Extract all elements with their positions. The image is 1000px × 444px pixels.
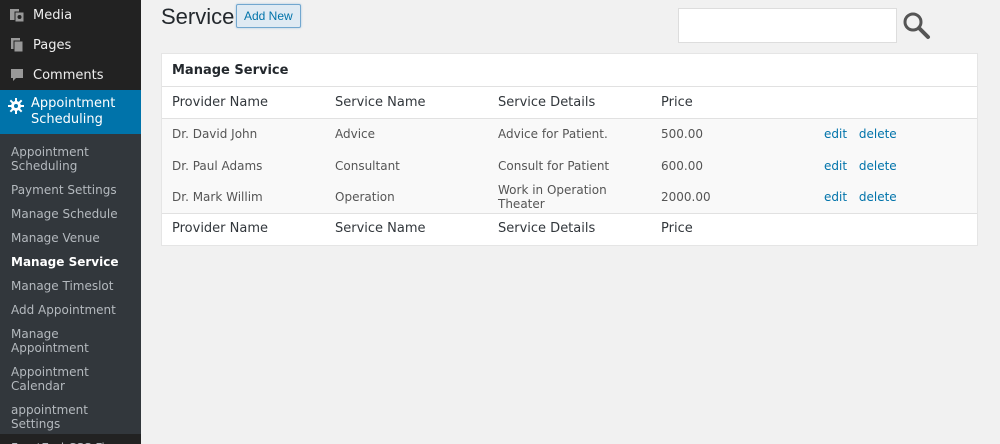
cell-service: Operation bbox=[335, 189, 395, 204]
cell-provider: Dr. Mark Willim bbox=[172, 189, 263, 204]
column-header-price[interactable]: Price bbox=[651, 87, 814, 118]
sidebar-item-pages[interactable]: Pages bbox=[0, 30, 141, 60]
cell-service: Consultant bbox=[335, 158, 400, 173]
admin-sidebar: Media Pages Comments Appointment Schedul… bbox=[0, 0, 141, 444]
cell-provider: Dr. Paul Adams bbox=[172, 158, 263, 173]
table-row: Dr. Paul Adams Consultant Consult for Pa… bbox=[162, 149, 977, 182]
cell-details: Advice for Patient. bbox=[498, 127, 608, 142]
cell-provider: Dr. David John bbox=[172, 127, 258, 142]
search-button[interactable] bbox=[901, 10, 931, 40]
sidebar-item-media[interactable]: Media bbox=[0, 0, 141, 30]
column-footer-service[interactable]: Service Name bbox=[325, 213, 488, 244]
edit-link[interactable]: edit bbox=[824, 190, 847, 204]
column-header-actions bbox=[814, 87, 977, 118]
cell-details: Work in Operation Theater bbox=[498, 182, 607, 211]
sidebar-item-label: Appointment Scheduling bbox=[31, 96, 116, 127]
sidebar-menu: Media Pages Comments Appointment Schedul… bbox=[0, 0, 141, 134]
sidebar-item-label: Comments bbox=[33, 67, 104, 83]
delete-link[interactable]: delete bbox=[859, 190, 897, 204]
cell-service: Advice bbox=[335, 127, 376, 142]
service-table: Provider Name Service Name Service Detai… bbox=[162, 87, 977, 244]
submenu-appointment-scheduling[interactable]: Appointment Scheduling bbox=[0, 140, 141, 178]
submenu-manage-timeslot[interactable]: Manage Timeslot bbox=[0, 274, 141, 298]
submenu-appointment-settings[interactable]: appointment Settings bbox=[0, 398, 141, 436]
cell-actions: edit delete bbox=[814, 181, 977, 213]
cell-price: 500.00 bbox=[661, 127, 703, 142]
panel-title: Manage Service bbox=[162, 54, 977, 87]
edit-link[interactable]: edit bbox=[824, 127, 847, 141]
submenu-manage-appointment[interactable]: Manage Appointment bbox=[0, 322, 141, 360]
submenu-manage-service[interactable]: Manage Service bbox=[0, 250, 141, 274]
submenu-add-appointment[interactable]: Add Appointment bbox=[0, 298, 141, 322]
sidebar-item-appointment-scheduling[interactable]: Appointment Scheduling bbox=[0, 90, 141, 134]
gear-icon bbox=[8, 97, 24, 115]
column-footer-price[interactable]: Price bbox=[651, 213, 814, 244]
cell-actions: edit delete bbox=[814, 150, 977, 182]
cell-details: Consult for Patient bbox=[498, 158, 610, 173]
sidebar-item-label: Pages bbox=[33, 37, 72, 53]
column-header-details[interactable]: Service Details bbox=[488, 87, 651, 118]
pages-icon bbox=[8, 36, 26, 54]
search-icon bbox=[901, 11, 931, 44]
submenu-frontend-css-fix[interactable]: FrontEnd CSS Fix bbox=[0, 436, 141, 444]
media-icon bbox=[8, 6, 26, 24]
column-header-provider[interactable]: Provider Name bbox=[162, 87, 325, 118]
delete-link[interactable]: delete bbox=[859, 127, 897, 141]
table-row: Dr. Mark Willim Operation Work in Operat… bbox=[162, 181, 977, 214]
manage-service-panel: Manage Service Provider Name Service Nam… bbox=[161, 53, 978, 246]
submenu-manage-schedule[interactable]: Manage Schedule bbox=[0, 202, 141, 226]
sidebar-submenu: Appointment Scheduling Payment Settings … bbox=[0, 134, 141, 444]
edit-link[interactable]: edit bbox=[824, 159, 847, 173]
column-footer-provider[interactable]: Provider Name bbox=[162, 213, 325, 244]
submenu-manage-venue[interactable]: Manage Venue bbox=[0, 226, 141, 250]
column-footer-actions bbox=[814, 213, 977, 244]
sidebar-item-comments[interactable]: Comments bbox=[0, 60, 141, 90]
page-title: Service bbox=[161, 4, 235, 29]
delete-link[interactable]: delete bbox=[859, 159, 897, 173]
search-input[interactable] bbox=[678, 8, 897, 43]
cell-actions: edit delete bbox=[814, 118, 977, 150]
submenu-payment-settings[interactable]: Payment Settings bbox=[0, 178, 141, 202]
main-content: Service Add New Manage Service Provider … bbox=[141, 0, 1000, 444]
add-new-button[interactable]: Add New bbox=[236, 4, 301, 28]
sidebar-item-label: Media bbox=[33, 7, 73, 23]
table-header-row: Provider Name Service Name Service Detai… bbox=[162, 87, 977, 118]
comments-icon bbox=[8, 66, 26, 84]
submenu-appointment-calendar[interactable]: Appointment Calendar bbox=[0, 360, 141, 398]
table-footer-row: Provider Name Service Name Service Detai… bbox=[162, 213, 977, 244]
cell-price: 2000.00 bbox=[661, 189, 711, 204]
column-header-service[interactable]: Service Name bbox=[325, 87, 488, 118]
column-footer-details[interactable]: Service Details bbox=[488, 213, 651, 244]
cell-price: 600.00 bbox=[661, 158, 703, 173]
table-row: Dr. David John Advice Advice for Patient… bbox=[162, 118, 977, 150]
